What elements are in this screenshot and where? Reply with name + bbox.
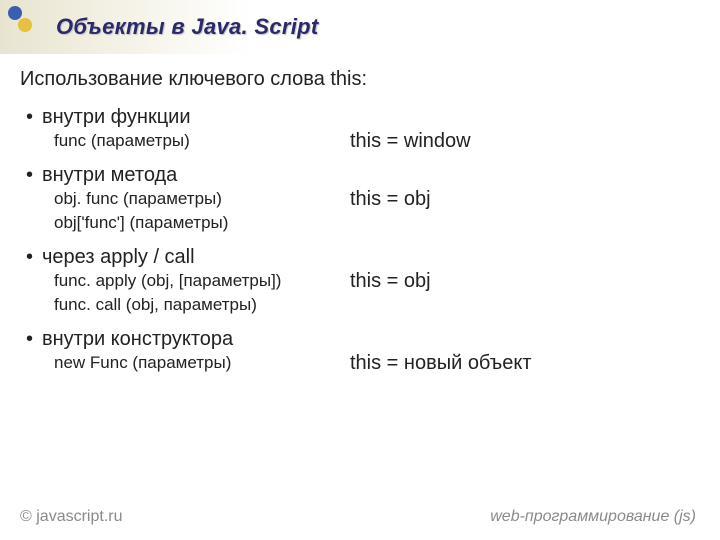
copyright: © javascript.ru: [20, 508, 122, 526]
item-result: this = window: [350, 105, 688, 153]
list-item: внутри метода obj. func (параметры) obj[…: [20, 163, 688, 235]
slide-subtitle: Использование ключевого слова this:: [20, 68, 688, 91]
list-item: внутри функции func (параметры) this = w…: [20, 105, 688, 153]
tagline: web-программирование (js): [490, 508, 696, 526]
bullet-list: внутри функции func (параметры) this = w…: [20, 105, 688, 375]
item-result: this = новый объект: [350, 327, 688, 375]
slide-header: Объекты в Java. Script: [0, 0, 720, 54]
slide-title: Объекты в Java. Script: [56, 14, 720, 40]
item-sub: func. apply (obj, [параметры]): [42, 269, 350, 293]
item-heading: через apply / call: [42, 245, 350, 269]
item-sub: func (параметры): [42, 129, 350, 153]
item-result: this = obj: [350, 163, 688, 235]
item-heading: внутри метода: [42, 163, 350, 187]
slide-content: Использование ключевого слова this: внут…: [0, 54, 720, 375]
item-heading: внутри конструктора: [42, 327, 350, 351]
item-sub: obj. func (параметры): [42, 187, 350, 211]
item-sub: new Func (параметры): [42, 351, 350, 375]
item-result: this = obj: [350, 245, 688, 317]
item-heading: внутри функции: [42, 105, 350, 129]
list-item: внутри конструктора new Func (параметры)…: [20, 327, 688, 375]
item-sub: func. call (obj, параметры): [42, 293, 350, 317]
list-item: через apply / call func. apply (obj, [па…: [20, 245, 688, 317]
decor-icon: [0, 0, 36, 54]
slide-footer: © javascript.ru web-программирование (js…: [20, 508, 696, 526]
item-sub: obj['func'] (параметры): [42, 211, 350, 235]
